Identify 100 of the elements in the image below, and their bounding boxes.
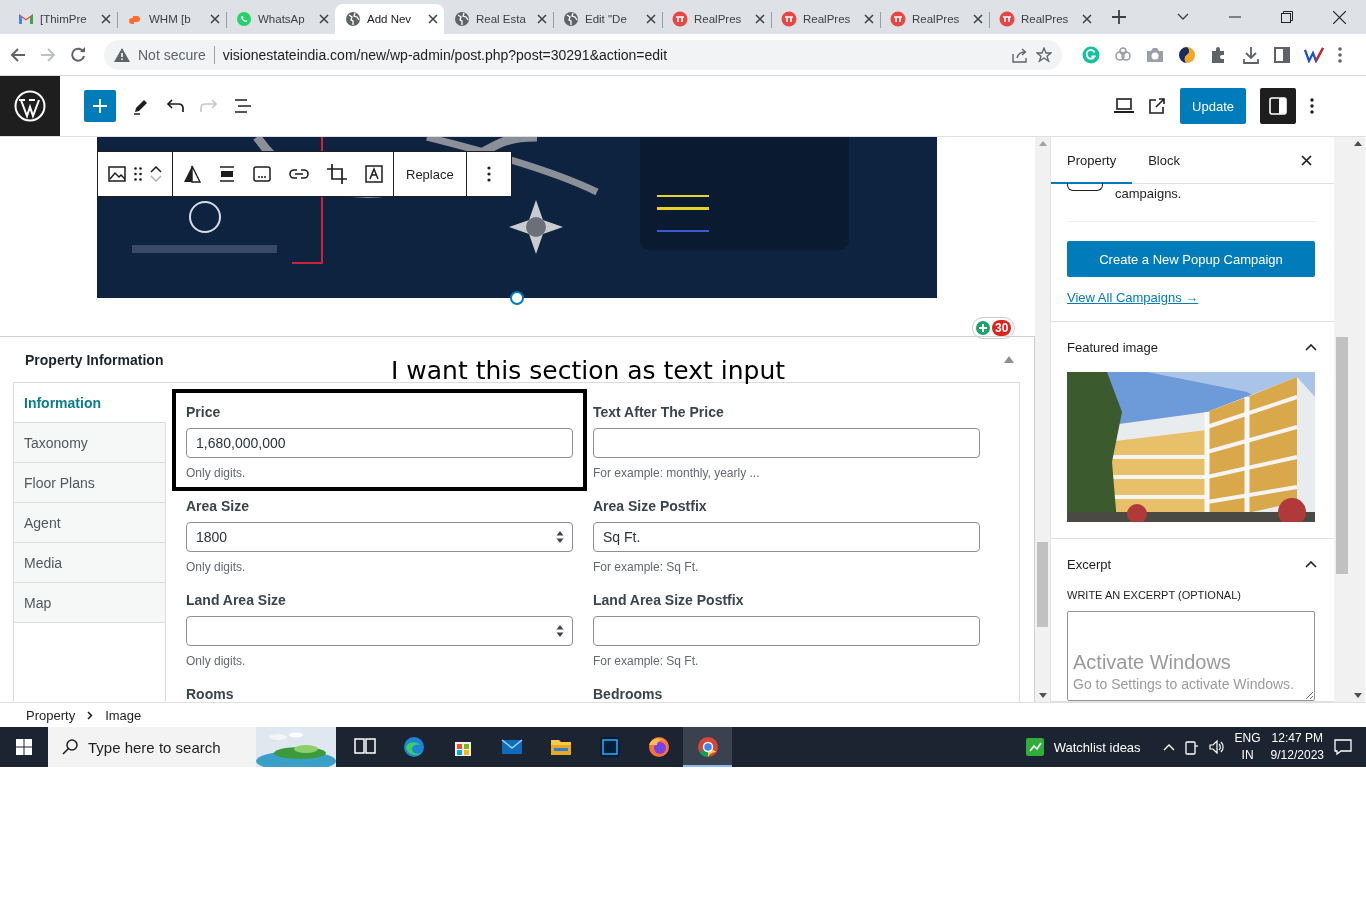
volume-icon[interactable]: [1208, 740, 1225, 754]
restore-icon[interactable]: [1281, 11, 1293, 23]
align-icon[interactable]: [219, 166, 235, 182]
create-campaign-button[interactable]: Create a New Popup Campaign: [1067, 241, 1315, 277]
star-icon[interactable]: [1036, 46, 1052, 63]
spinner-icon[interactable]: [556, 530, 564, 544]
browser-tab[interactable]: RealPres: [989, 4, 1098, 34]
close-icon[interactable]: [319, 14, 329, 24]
list-view-icon[interactable]: [234, 99, 252, 113]
text-overlay-icon[interactable]: [365, 165, 383, 183]
clock-time[interactable]: 12:47 PM: [1271, 730, 1323, 747]
desktop-icon[interactable]: [1114, 98, 1135, 114]
browser-tab[interactable]: WHM [b: [117, 4, 226, 34]
breadcrumb-item[interactable]: Image: [105, 707, 142, 723]
move-up-icon[interactable]: [150, 166, 162, 173]
text-field[interactable]: Sq Ft.: [593, 522, 980, 552]
chevron-down-icon[interactable]: [1177, 13, 1189, 21]
widget-button[interactable]: Watchlist ideas: [1025, 738, 1141, 756]
drag-handle-icon[interactable]: [134, 167, 142, 181]
resize-handle[interactable]: [510, 291, 524, 305]
section-tab[interactable]: Floor Plans: [14, 463, 165, 503]
replace-button[interactable]: Replace: [404, 166, 456, 182]
scroll-thumb[interactable]: [1037, 542, 1048, 627]
section-tab[interactable]: Map: [14, 583, 165, 623]
breadcrumb-item[interactable]: Property: [26, 707, 76, 723]
caption-icon[interactable]: [253, 166, 271, 182]
more-icon[interactable]: [486, 166, 491, 182]
text-field[interactable]: [593, 616, 980, 646]
duotone-icon[interactable]: [183, 165, 201, 183]
scrollbar[interactable]: [1350, 137, 1365, 702]
browser-tab[interactable]: RealPres: [771, 4, 880, 34]
section-tab[interactable]: Agent: [14, 503, 165, 543]
update-button[interactable]: Update: [1180, 88, 1246, 124]
pencil-icon[interactable]: [132, 97, 150, 115]
close-icon[interactable]: [428, 14, 438, 24]
notification-icon[interactable]: [1334, 739, 1352, 755]
view-campaigns-link[interactable]: View All Campaigns →: [1067, 290, 1199, 305]
browser-tab[interactable]: RealPres: [662, 4, 771, 34]
download-icon[interactable]: [1242, 45, 1260, 64]
close-icon[interactable]: [210, 14, 220, 24]
network-icon[interactable]: [1184, 739, 1199, 755]
crop-icon[interactable]: [327, 164, 347, 184]
text-field[interactable]: [593, 428, 980, 458]
text-field[interactable]: 1,680,000,000: [186, 428, 573, 458]
scroll-up-icon[interactable]: [1353, 141, 1362, 146]
section-tab[interactable]: Taxonomy: [14, 423, 165, 463]
more-icon[interactable]: [1310, 98, 1314, 114]
scroll-thumb[interactable]: [1336, 337, 1348, 574]
undo-icon[interactable]: [166, 99, 184, 113]
more-icon[interactable]: [1338, 46, 1342, 63]
image-icon[interactable]: [108, 166, 126, 182]
add-block-button[interactable]: [84, 90, 116, 122]
close-icon[interactable]: [1333, 10, 1346, 24]
close-icon[interactable]: [537, 14, 547, 24]
close-icon[interactable]: [864, 14, 874, 24]
number-field[interactable]: [186, 616, 573, 646]
toggle-switch[interactable]: [1067, 183, 1103, 191]
section-tab[interactable]: Information: [14, 383, 166, 423]
reload-icon[interactable]: [70, 46, 86, 63]
close-icon[interactable]: [755, 14, 765, 24]
section-tab[interactable]: Media: [14, 543, 165, 583]
address-bar[interactable]: Not secure visionestateindia.com/new/wp-admin/post.php?post=30291&action=edit: [104, 39, 1062, 70]
link-icon[interactable]: [289, 168, 309, 180]
browser-tab[interactable]: Add Nev: [335, 4, 444, 34]
windows-icon[interactable]: [16, 739, 32, 755]
sidebar-tab[interactable]: Block: [1132, 137, 1196, 184]
browser-tab[interactable]: Real Esta: [444, 4, 553, 34]
extension-icon[interactable]: [1178, 45, 1196, 64]
share-icon[interactable]: [1012, 46, 1028, 63]
search-field[interactable]: Type here to search: [48, 727, 256, 767]
browser-tab[interactable]: WhatsAp: [226, 4, 335, 34]
close-icon[interactable]: [1082, 14, 1092, 24]
side-panel-icon[interactable]: [1274, 46, 1290, 63]
browser-tab[interactable]: [ThimPre: [8, 4, 117, 34]
close-icon[interactable]: [646, 14, 656, 24]
back-icon[interactable]: [10, 46, 26, 63]
language-label[interactable]: ENG: [1234, 730, 1261, 747]
number-field[interactable]: 1800: [186, 522, 573, 552]
settings-button[interactable]: [1260, 88, 1296, 124]
close-icon[interactable]: [101, 14, 111, 24]
taskbar-app[interactable]: [683, 727, 732, 767]
browser-tab[interactable]: RealPres: [880, 4, 989, 34]
sidebar-tab[interactable]: Property: [1051, 137, 1133, 184]
region-label[interactable]: IN: [1241, 747, 1254, 764]
scrollbar[interactable]: [1334, 137, 1350, 702]
chevron-up-icon[interactable]: [1305, 343, 1317, 351]
browser-tab[interactable]: Edit "De: [553, 4, 662, 34]
collapse-icon[interactable]: [1004, 356, 1014, 363]
chevron-up-icon[interactable]: [1305, 560, 1317, 568]
extension-icon[interactable]: [1304, 46, 1324, 63]
clock-date[interactable]: 9/12/2023: [1270, 747, 1324, 764]
spinner-icon[interactable]: [556, 624, 564, 638]
camera-icon[interactable]: [1146, 46, 1164, 63]
plus-icon[interactable]: [1112, 10, 1126, 24]
close-icon[interactable]: [1301, 154, 1312, 166]
excerpt-field[interactable]: [1067, 611, 1315, 701]
external-link-icon[interactable]: [1148, 97, 1167, 115]
close-icon[interactable]: [973, 14, 983, 24]
notification-badge[interactable]: 30: [972, 317, 1016, 339]
scrollbar[interactable]: [1035, 137, 1050, 702]
